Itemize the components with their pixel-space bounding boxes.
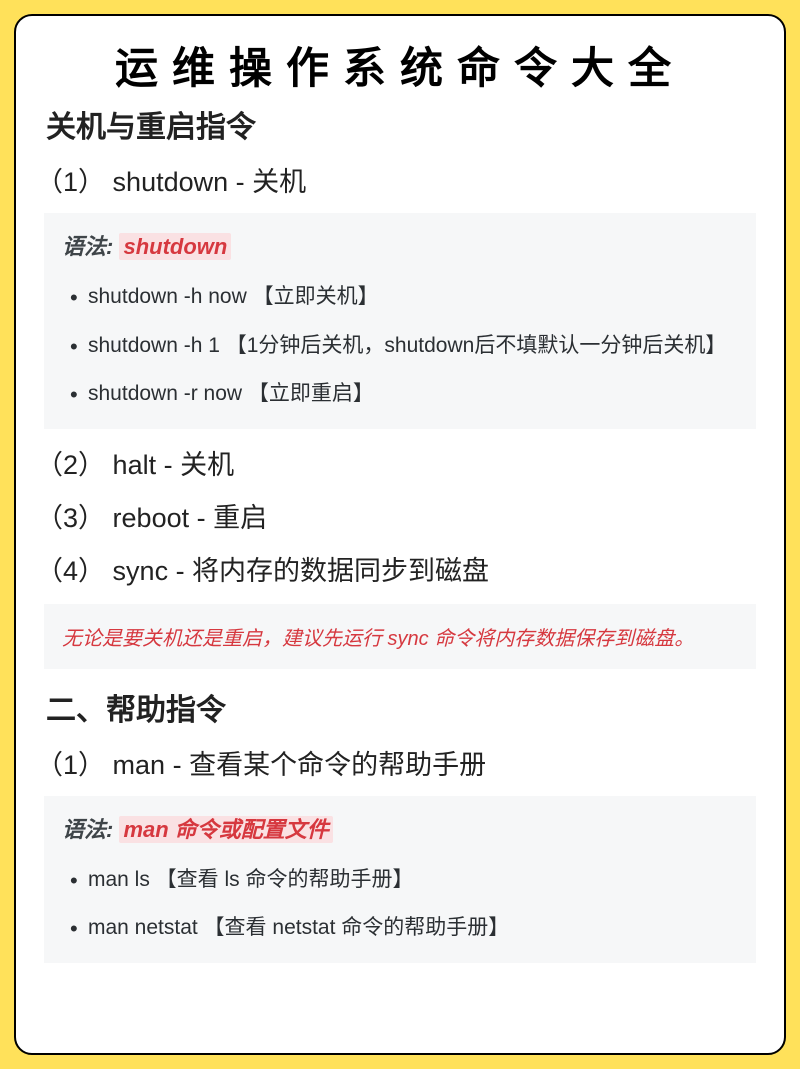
- command-item: （2） halt - 关机: [16, 443, 784, 482]
- syntax-block: 语法: man 命令或配置文件 man ls 【查看 ls 命令的帮助手册】 m…: [44, 796, 756, 963]
- page-title: 运维操作系统命令大全: [16, 34, 784, 96]
- syntax-line: 语法: shutdown: [62, 229, 740, 261]
- syntax-line: 语法: man 命令或配置文件: [62, 812, 740, 844]
- example-item: shutdown -r now 【立即重启】: [88, 370, 740, 419]
- syntax-block: 语法: shutdown shutdown -h now 【立即关机】 shut…: [44, 213, 756, 429]
- syntax-label: 语法:: [62, 817, 113, 842]
- example-list: man ls 【查看 ls 命令的帮助手册】 man netstat 【查看 n…: [62, 856, 740, 953]
- command-item: （1） shutdown - 关机: [16, 160, 784, 199]
- document-card: 运维操作系统命令大全 关机与重启指令 （1） shutdown - 关机 语法:…: [14, 14, 786, 1055]
- item-number: （2）: [36, 450, 105, 480]
- item-text: halt - 关机: [113, 450, 235, 480]
- item-text: sync - 将内存的数据同步到磁盘: [113, 556, 490, 586]
- command-item: （4） sync - 将内存的数据同步到磁盘: [16, 549, 784, 588]
- item-number: （4）: [36, 556, 105, 586]
- item-text: shutdown - 关机: [113, 167, 307, 197]
- example-list: shutdown -h now 【立即关机】 shutdown -h 1 【1分…: [62, 273, 740, 419]
- item-text: reboot - 重启: [113, 503, 268, 533]
- syntax-command: shutdown: [119, 233, 231, 260]
- syntax-label: 语法:: [62, 234, 113, 259]
- example-item: man netstat 【查看 netstat 命令的帮助手册】: [88, 904, 740, 953]
- item-number: （3）: [36, 503, 105, 533]
- section-heading: 关机与重启指令: [16, 102, 784, 146]
- item-number: （1）: [36, 167, 105, 197]
- syntax-command: man 命令或配置文件: [119, 816, 332, 843]
- section-heading: 二、帮助指令: [16, 685, 784, 729]
- example-item: shutdown -h now 【立即关机】: [88, 273, 740, 322]
- command-item: （3） reboot - 重启: [16, 496, 784, 535]
- note-block: 无论是要关机还是重启，建议先运行 sync 命令将内存数据保存到磁盘。: [44, 604, 756, 669]
- example-item: man ls 【查看 ls 命令的帮助手册】: [88, 856, 740, 905]
- item-text: man - 查看某个命令的帮助手册: [113, 750, 487, 780]
- example-item: shutdown -h 1 【1分钟后关机，shutdown后不填默认一分钟后关…: [88, 322, 740, 371]
- command-item: （1） man - 查看某个命令的帮助手册: [16, 743, 784, 782]
- item-number: （1）: [36, 750, 105, 780]
